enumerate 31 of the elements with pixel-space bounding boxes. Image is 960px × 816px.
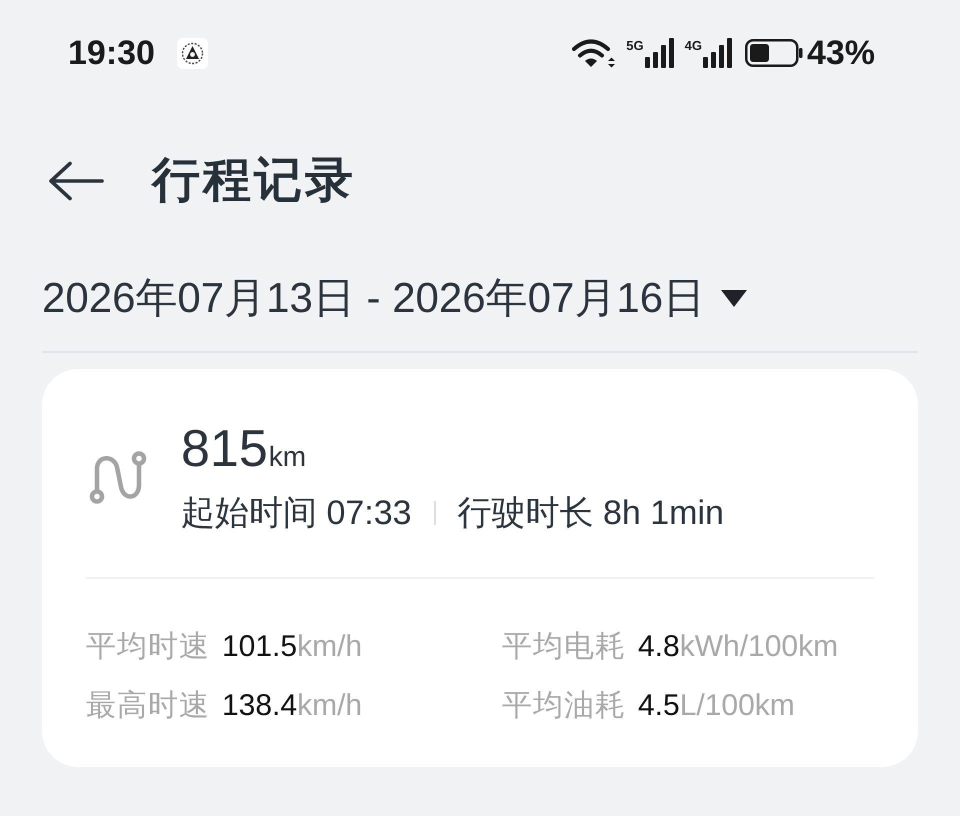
- back-button[interactable]: [48, 161, 104, 201]
- trip-detail-text: 起始时间 07:33: [181, 493, 412, 534]
- stat-unit: km/h: [297, 688, 362, 724]
- signal-bars-icon: [702, 38, 733, 68]
- route-icon: [88, 449, 148, 505]
- battery-percentage: 43%: [806, 33, 875, 73]
- stat-value: 4.5: [638, 688, 680, 724]
- network-type-label: 4G: [684, 39, 702, 52]
- trip-detail-text: 行驶时长 8h 1min: [458, 493, 724, 534]
- wifi-icon: [572, 38, 616, 68]
- stat-label: 最高时速: [86, 688, 210, 724]
- caret-down-icon: [721, 290, 748, 306]
- date-range-selector[interactable]: 2026年07月13日 - 2026年07月16日: [42, 273, 748, 323]
- stat-unit: kWh/100km: [680, 629, 838, 665]
- status-time: 19:30: [68, 33, 155, 73]
- stat-label: 平均电耗: [502, 629, 626, 665]
- battery-icon: [744, 39, 803, 67]
- page-title: 行程记录: [152, 153, 356, 209]
- stat-unit: L/100km: [680, 688, 795, 724]
- network-type-label: 5G: [626, 39, 644, 52]
- stat-value: 101.5: [222, 629, 298, 665]
- signal-bars-icon: [644, 38, 675, 68]
- stat-value: 4.8: [638, 629, 680, 665]
- distance-value: 815: [181, 419, 268, 479]
- stat-value: 138.4: [222, 688, 298, 724]
- back-arrow-icon: [48, 161, 104, 201]
- app-logo-icon: [176, 38, 208, 68]
- stat-unit: km/h: [297, 629, 362, 665]
- stat-label: 平均油耗: [502, 688, 626, 724]
- stat-label: 平均时速: [86, 629, 210, 665]
- distance-unit: km: [268, 440, 306, 474]
